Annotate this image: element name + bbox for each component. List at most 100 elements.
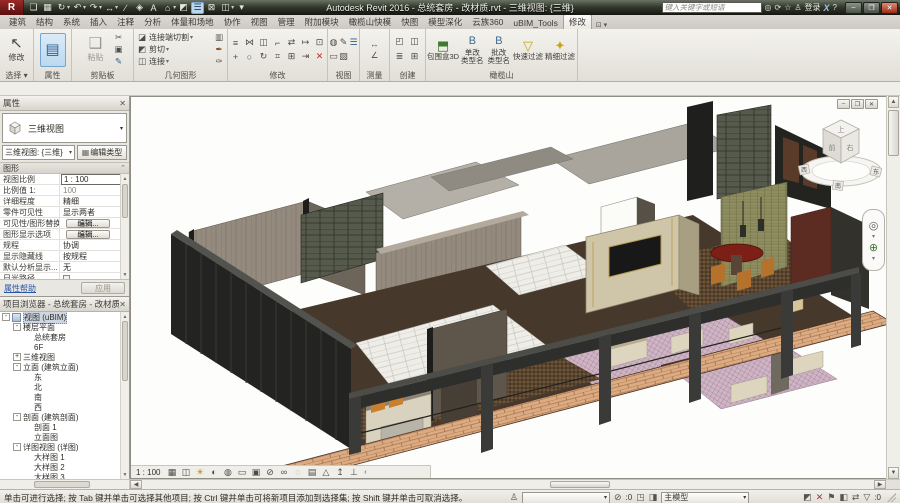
manage-links-icon[interactable]: ◨ — [649, 492, 658, 503]
tab-addins[interactable]: 附加模块 — [300, 15, 344, 29]
switch-windows-caret[interactable]: ▾ — [231, 4, 234, 11]
browser-scrollbar[interactable]: ▲▼ — [120, 312, 129, 479]
viewcube[interactable]: 西 南 东 上 前 右 — [795, 109, 886, 201]
selection-filter-icon[interactable]: ▽ — [863, 492, 870, 503]
match-type-icon[interactable]: ✎ — [113, 56, 125, 67]
create-similar-icon[interactable]: ◫ — [408, 35, 421, 48]
sun-path-icon[interactable]: ☀ — [193, 467, 206, 478]
mirror-axis-icon[interactable]: ⌐ — [271, 36, 284, 49]
vertical-scroll-thumb[interactable] — [888, 110, 899, 156]
tree-item-presidential-suite[interactable]: 总统套房 — [0, 332, 129, 342]
cut-icon[interactable]: ✂ — [113, 32, 125, 43]
offset-icon[interactable]: ⋈ — [243, 36, 256, 49]
properties-header[interactable]: 属性 ✕ — [0, 96, 129, 111]
tree-item-detail-views[interactable]: -详图视图 (详图) — [0, 442, 129, 452]
signin-label[interactable]: 登录 — [805, 2, 821, 13]
cope-button[interactable]: ◪连接端切割▾ — [136, 32, 211, 43]
modify-indicator-icon[interactable]: ⊡ ▾ — [592, 21, 611, 29]
tab-modify[interactable]: 修改 — [563, 14, 592, 29]
aligned-dimension-icon[interactable]: ∕ — [119, 2, 132, 14]
view-edit-icon[interactable]: ✎ — [339, 36, 348, 49]
tab-structure[interactable]: 结构 — [31, 15, 58, 29]
editing-requests-person-icon[interactable]: ♙ — [510, 492, 518, 503]
tab-ubim-tools[interactable]: uBIM_Tools — [508, 17, 562, 29]
apply-button[interactable]: 应用 — [81, 282, 125, 294]
tree-item-detail-1[interactable]: 大样图 1 — [0, 452, 129, 462]
favorites-star-icon[interactable]: ☆ — [784, 3, 791, 12]
sun-path-checkbox[interactable] — [63, 275, 70, 281]
prop-row-view-scale[interactable]: 视图比例 1 : 100 — [0, 174, 129, 185]
tab-glsquickmodel[interactable]: 橄榄山快模 — [344, 15, 397, 29]
close-hidden-windows-icon[interactable]: ⊠ — [205, 2, 218, 14]
project-browser-close-icon[interactable]: ✕ — [119, 300, 126, 309]
view-list-icon[interactable]: ☰ — [349, 36, 358, 49]
tab-massing-site[interactable]: 体量和场地 — [166, 15, 219, 29]
tab-quickdraw[interactable]: 快图 — [396, 15, 423, 29]
steering-wheel-icon[interactable]: ◎ — [869, 219, 879, 232]
tree-item-views-root[interactable]: -视图 (uBIM) — [0, 312, 129, 322]
horizontal-scroll-thumb[interactable] — [550, 481, 610, 488]
scroll-down-icon[interactable]: ▼ — [888, 467, 899, 479]
scale-button[interactable]: 1 : 100 — [134, 468, 164, 477]
tab-systems[interactable]: 系统 — [58, 15, 85, 29]
tab-manage[interactable]: 管理 — [273, 15, 300, 29]
align-icon[interactable]: ≡ — [229, 36, 242, 49]
resize-grip[interactable] — [887, 493, 896, 502]
text-icon[interactable]: A — [147, 2, 160, 14]
search-input[interactable]: 键入关键字或短语 — [662, 2, 762, 13]
thin-lines-icon[interactable]: ☰ — [191, 2, 204, 14]
measure-line-icon[interactable]: ↔ — [369, 38, 381, 49]
tree-item-west[interactable]: 西 — [0, 402, 129, 412]
compass-east-tab[interactable]: 东 — [870, 166, 882, 177]
demolish-icon[interactable]: ✑ — [213, 56, 225, 67]
prop-row-hidden-lines[interactable]: 显示隐藏线 按规程 — [0, 251, 129, 262]
search-icon[interactable]: ◎ — [765, 3, 772, 12]
zoom-tool-caret[interactable]: ▾ — [872, 255, 875, 262]
type-selector[interactable]: 三维视图 ▾ — [2, 113, 127, 143]
delete-icon[interactable]: ✕ — [313, 50, 326, 63]
restore-button[interactable]: ❐ — [863, 2, 880, 14]
copy-icon[interactable]: ▣ — [113, 44, 125, 55]
prop-row-discipline[interactable]: 规程 协调 — [0, 240, 129, 251]
graphics-group-header[interactable]: 图形⌃ — [0, 162, 129, 174]
tree-item-elevation-drawing[interactable]: 立面图 — [0, 432, 129, 442]
quick-filter-button[interactable]: ▽ 快速过滤 — [513, 39, 543, 61]
join-geometry-button[interactable]: ◫连接▾ — [136, 56, 211, 67]
tab-model-detail[interactable]: 模型深化 — [423, 15, 467, 29]
properties-button[interactable]: ▤ — [40, 33, 66, 67]
open-icon[interactable]: ❏ — [27, 2, 40, 14]
canvas-horizontal-scrollbar[interactable]: ◀ ▶ — [130, 480, 886, 489]
tab-collaborate[interactable]: 协作 — [219, 15, 246, 29]
bounding-box-3d-button[interactable]: ⬒ 包围盒3D — [428, 39, 458, 61]
rendering-dialog-icon[interactable]: ◍ — [221, 467, 234, 478]
crop-region-icon[interactable]: ▣ — [249, 467, 262, 478]
reveal-constraints-icon[interactable]: ⊥ — [347, 467, 360, 478]
prop-row-parts-visibility[interactable]: 零件可见性 显示两者 — [0, 207, 129, 218]
prop-row-graphic-display[interactable]: 图形显示选项 编辑... — [0, 229, 129, 240]
split-icon[interactable]: ⇄ — [285, 36, 298, 49]
paste-button[interactable]: ❑ 粘贴 — [81, 36, 111, 63]
tree-item-3d-views[interactable]: +三维视图 — [0, 352, 129, 362]
trim-icon[interactable]: ↦ — [299, 36, 312, 49]
edit-type-button[interactable]: ▦ 编辑类型 — [77, 145, 127, 160]
worksets-icon[interactable]: ◳ — [636, 492, 645, 503]
view-lineweight-icon[interactable]: ◍ — [329, 36, 338, 49]
drawing-area[interactable]: ‒ ❐ ✕ — [130, 96, 886, 479]
prop-row-scale-value[interactable]: 比例值 1: 100 — [0, 185, 129, 196]
view-close-icon[interactable]: ✕ — [865, 99, 878, 109]
tab-analyze[interactable]: 分析 — [139, 15, 166, 29]
select-underlay-icon[interactable]: ✕ — [816, 492, 824, 503]
tab-insert[interactable]: 插入 — [85, 15, 112, 29]
tree-item-floor-plans[interactable]: -楼层平面 — [0, 322, 129, 332]
canvas-vertical-scrollbar[interactable]: ▲ ▼ — [886, 96, 900, 479]
panel-label-select[interactable]: 选择 ▾ — [0, 70, 33, 81]
temporary-view-properties-icon[interactable]: ▤ — [305, 467, 318, 478]
tab-view[interactable]: 视图 — [246, 15, 273, 29]
view-restore-icon[interactable]: ❐ — [851, 99, 864, 109]
wall-joins-icon[interactable]: ▥ — [213, 32, 225, 43]
tree-item-north[interactable]: 北 — [0, 382, 129, 392]
communication-center-icon[interactable]: ⟳ — [774, 3, 781, 12]
select-links-icon[interactable]: ◩ — [803, 492, 812, 503]
tree-item-detail-3[interactable]: 大样图 3 — [0, 472, 129, 479]
exchange-apps-icon[interactable]: X — [824, 3, 830, 13]
